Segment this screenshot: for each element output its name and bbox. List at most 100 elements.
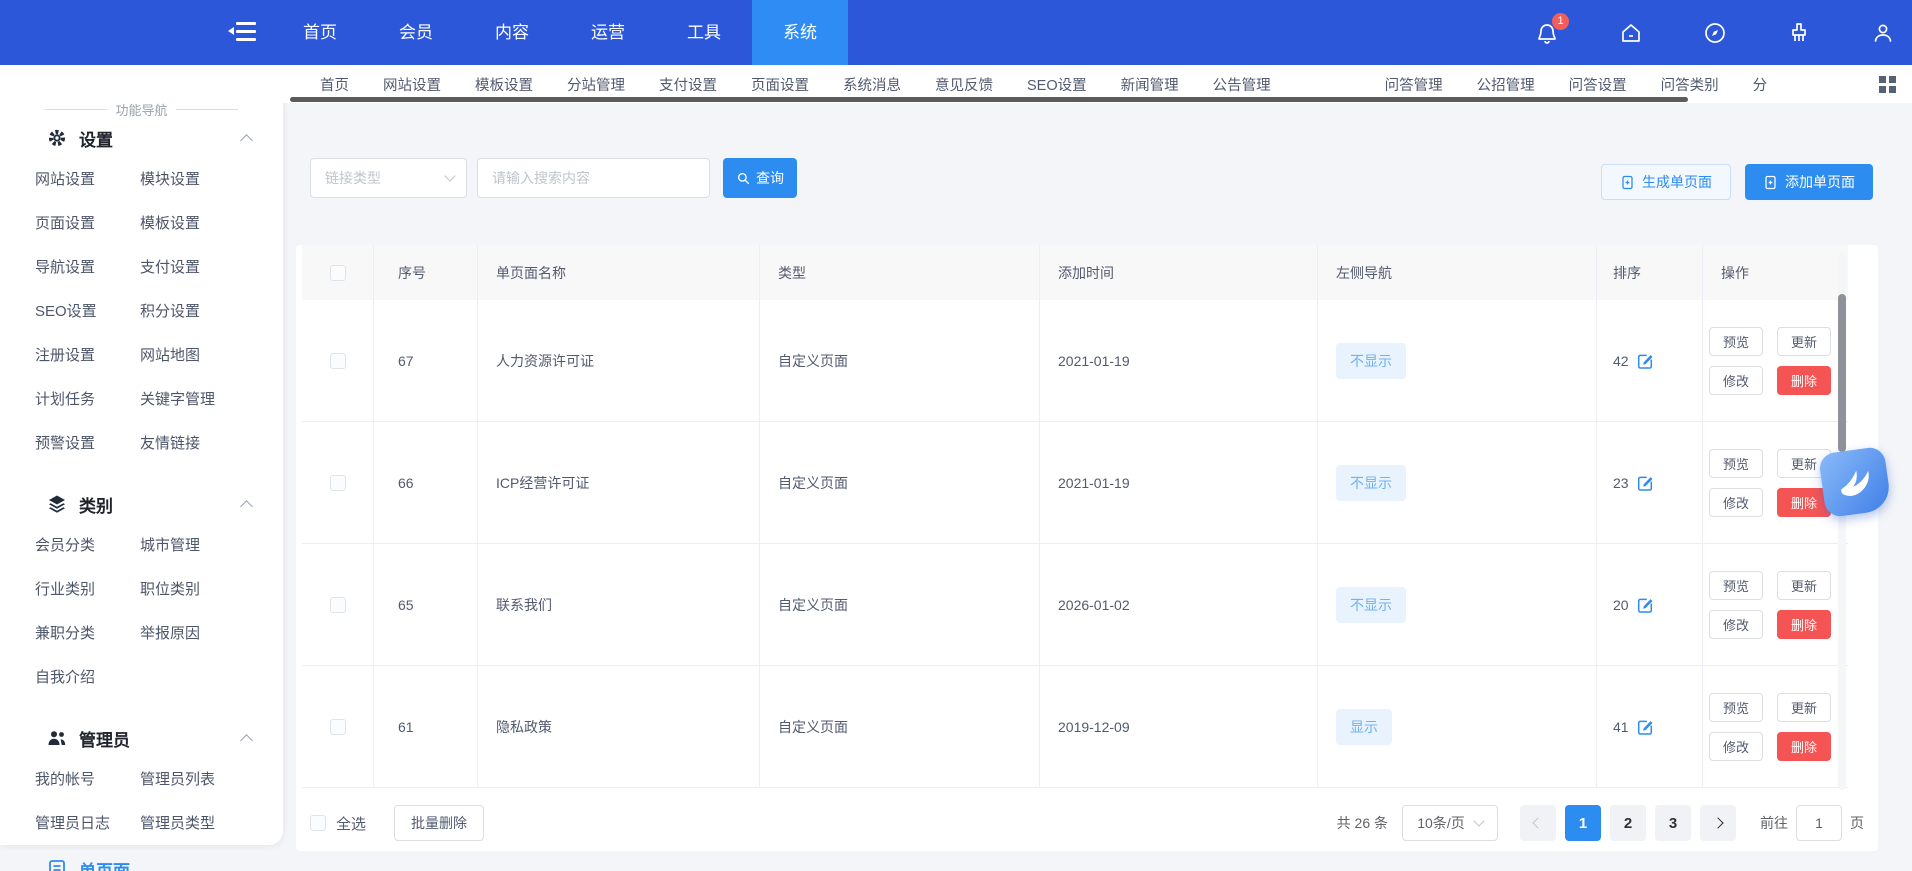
tab-item[interactable]: 模板设置 (475, 74, 533, 95)
tab-item[interactable]: 问答类别 (1661, 74, 1719, 95)
user-icon[interactable] (1870, 20, 1896, 46)
tab-item[interactable]: 系统消息 (843, 74, 901, 95)
chevron-up-icon[interactable] (240, 134, 253, 147)
sidebar-link[interactable]: 注册设置 (35, 334, 140, 378)
modify-button[interactable]: 修改 (1709, 366, 1763, 395)
section-header-admin[interactable]: 管理员 (47, 726, 259, 750)
sidebar-link[interactable]: 城市管理 (140, 524, 260, 568)
tab-item[interactable]: 分站管理 (567, 74, 625, 95)
sidebar-link[interactable]: 网站设置 (35, 158, 140, 202)
update-button[interactable]: 更新 (1777, 327, 1831, 356)
sidebar-link[interactable]: 友情链接 (140, 422, 260, 466)
tab-item[interactable]: 首页 (320, 74, 349, 95)
home-icon[interactable] (1618, 20, 1644, 46)
sidebar-link[interactable]: 会员分类 (35, 524, 140, 568)
floating-assistant-widget[interactable] (1818, 446, 1892, 519)
edit-sort-icon[interactable] (1636, 718, 1654, 736)
sidebar-link[interactable]: SEO设置 (35, 290, 140, 334)
sidebar-link[interactable]: 模块设置 (140, 158, 260, 202)
sidebar-link[interactable]: 我的帐号 (35, 758, 140, 802)
section-header-category[interactable]: 类别 (47, 492, 259, 516)
update-button[interactable]: 更新 (1777, 571, 1831, 600)
clean-cache-icon[interactable] (1786, 20, 1812, 46)
select-all-checkbox[interactable] (310, 815, 326, 831)
page-size-select[interactable]: 10条/页 (1402, 805, 1498, 841)
tab-item[interactable]: 公招管理 (1477, 74, 1535, 95)
nav-item[interactable]: 会员 (368, 0, 464, 65)
sidebar-link[interactable]: 关键字管理 (140, 378, 260, 422)
edit-sort-icon[interactable] (1636, 474, 1654, 492)
delete-button[interactable]: 删除 (1777, 610, 1831, 639)
tab-item[interactable]: 问答管理 (1385, 74, 1443, 95)
page-button[interactable]: 2 (1610, 805, 1646, 841)
preview-button[interactable]: 预览 (1709, 693, 1763, 722)
link-type-select[interactable]: 链接类型 (310, 158, 467, 198)
sidebar-link[interactable]: 管理员日志 (35, 802, 140, 846)
tab-item[interactable]: 公告管理 (1213, 74, 1271, 95)
tabbar-horizontal-scrollbar[interactable] (290, 97, 1688, 102)
preview-button[interactable]: 预览 (1709, 449, 1763, 478)
scrollbar-thumb[interactable] (1838, 294, 1846, 452)
sidebar-link[interactable]: 导航设置 (35, 246, 140, 290)
generate-page-button[interactable]: 生成单页面 (1601, 164, 1731, 200)
search-input[interactable] (477, 158, 710, 198)
edit-sort-icon[interactable] (1636, 352, 1654, 370)
tab-item[interactable]: 网站设置 (383, 74, 441, 95)
sidebar-link[interactable]: 行业类别 (35, 568, 140, 612)
collapse-menu-icon[interactable] (228, 22, 256, 43)
sidebar-link[interactable]: 支付设置 (140, 246, 260, 290)
prev-page-button[interactable] (1520, 805, 1556, 841)
chevron-up-icon[interactable] (240, 734, 253, 747)
table-vertical-scrollbar[interactable] (1838, 252, 1846, 790)
chevron-up-icon[interactable] (240, 500, 253, 513)
header-checkbox[interactable] (330, 265, 346, 281)
nav-item[interactable]: 工具 (656, 0, 752, 65)
modify-button[interactable]: 修改 (1709, 732, 1763, 761)
modify-button[interactable]: 修改 (1709, 610, 1763, 639)
sidebar-link[interactable]: 兼职分类 (35, 612, 140, 656)
page-button[interactable]: 1 (1565, 805, 1601, 841)
sidebar-section-singlepage-active[interactable]: 单页面 (47, 858, 130, 871)
grid-icon[interactable] (1874, 73, 1900, 95)
compass-icon[interactable] (1702, 20, 1728, 46)
sidebar-link[interactable]: 管理员列表 (140, 758, 260, 802)
add-page-button[interactable]: 添加单页面 (1745, 164, 1873, 200)
select-all-label[interactable]: 全选 (336, 813, 366, 834)
sidebar-link[interactable]: 预警设置 (35, 422, 140, 466)
tab-item[interactable]: 意见反馈 (935, 74, 993, 95)
section-header-settings[interactable]: 设置 (47, 126, 259, 150)
sidebar-link[interactable]: 模板设置 (140, 202, 260, 246)
nav-item[interactable]: 系统 (752, 0, 848, 65)
row-checkbox[interactable] (330, 719, 346, 735)
tab-item[interactable]: 支付设置 (659, 74, 717, 95)
preview-button[interactable]: 预览 (1709, 571, 1763, 600)
tab-item[interactable]: 新闻管理 (1121, 74, 1179, 95)
nav-item[interactable]: 运营 (560, 0, 656, 65)
delete-button[interactable]: 删除 (1777, 366, 1831, 395)
goto-page-input[interactable] (1796, 805, 1842, 841)
sidebar-link[interactable]: 积分设置 (140, 290, 260, 334)
page-button[interactable]: 3 (1655, 805, 1691, 841)
row-checkbox[interactable] (330, 353, 346, 369)
preview-button[interactable]: 预览 (1709, 327, 1763, 356)
delete-button[interactable]: 删除 (1777, 732, 1831, 761)
sidebar-link[interactable]: 页面设置 (35, 202, 140, 246)
sidebar-link[interactable]: 职位类别 (140, 568, 260, 612)
row-checkbox[interactable] (330, 475, 346, 491)
tab-item[interactable]: 问答设置 (1569, 74, 1627, 95)
sidebar-link[interactable]: 举报原因 (140, 612, 260, 656)
nav-item[interactable]: 首页 (272, 0, 368, 65)
edit-sort-icon[interactable] (1636, 596, 1654, 614)
update-button[interactable]: 更新 (1777, 693, 1831, 722)
query-button[interactable]: 查询 (723, 158, 797, 198)
tab-item[interactable]: SEO设置 (1027, 74, 1087, 95)
batch-delete-button[interactable]: 批量删除 (394, 805, 484, 841)
tab-item[interactable]: 页面设置 (751, 74, 809, 95)
sidebar-link[interactable]: 管理员类型 (140, 802, 260, 846)
tab-item-partial[interactable]: 分 (1753, 74, 1767, 95)
sidebar-link[interactable]: 自我介绍 (35, 656, 140, 700)
bell-icon[interactable]: 1 (1534, 20, 1560, 46)
sidebar-link[interactable]: 计划任务 (35, 378, 140, 422)
sidebar-link[interactable]: 网站地图 (140, 334, 260, 378)
row-checkbox[interactable] (330, 597, 346, 613)
